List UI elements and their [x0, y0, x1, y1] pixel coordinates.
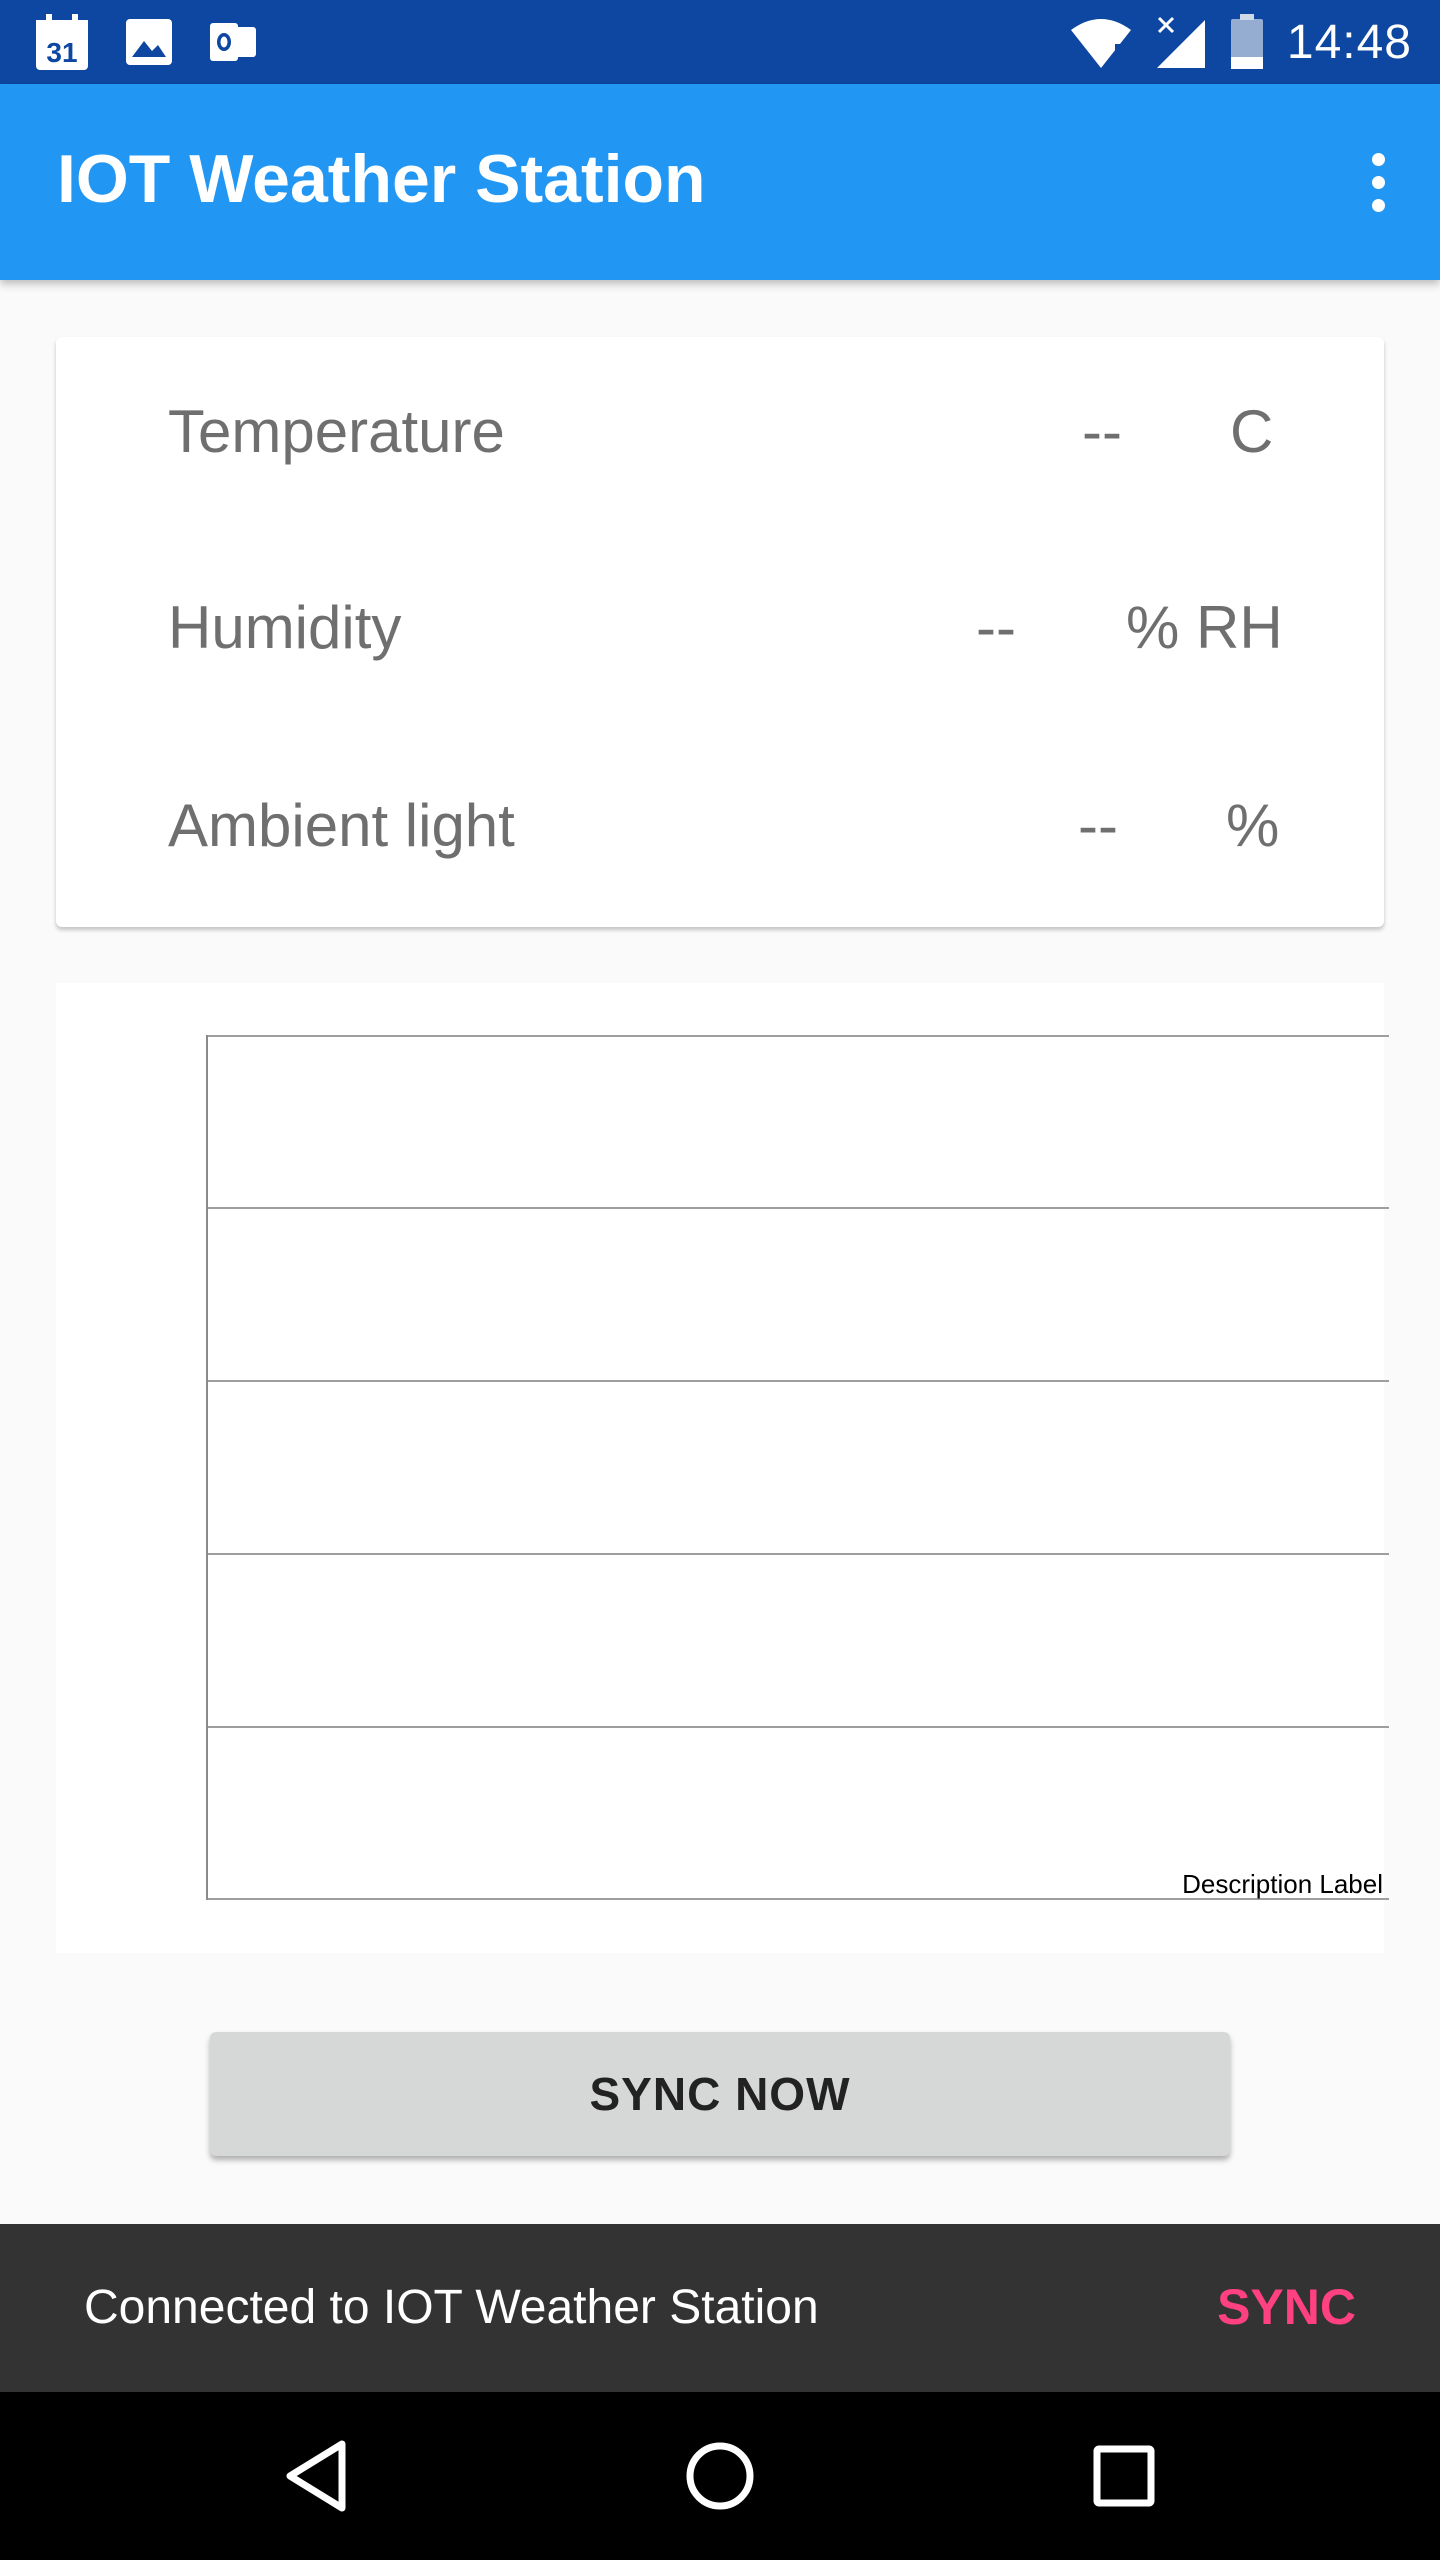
chart-description-label: Description Label: [1182, 1869, 1383, 1899]
gallery-icon: [124, 17, 174, 67]
reading-ambient-light: Ambient light -- %: [56, 767, 1384, 887]
reading-value: --: [976, 594, 1016, 661]
reading-unit: %: [1226, 792, 1280, 859]
chart-gridline: [208, 1726, 1389, 1728]
recents-icon[interactable]: [1080, 2432, 1168, 2520]
more-vert-icon[interactable]: [1356, 140, 1400, 224]
chart-gridline: [208, 1553, 1389, 1555]
app-bar: IOT Weather Station: [0, 84, 1440, 280]
chart-panel: Description Label: [56, 983, 1389, 1953]
wifi-icon: [1069, 14, 1133, 70]
chart-gridline: [208, 1380, 1389, 1382]
reading-label: Ambient light: [168, 792, 515, 859]
snackbar-message: Connected to IOT Weather Station: [84, 2281, 819, 2334]
status-bar: 31 14:48: [0, 0, 1440, 84]
snackbar: Connected to IOT Weather Station SYNC: [0, 2224, 1440, 2392]
calendar-icon: 31: [34, 12, 90, 72]
reading-value: --: [1078, 792, 1118, 859]
calendar-day: 31: [46, 37, 77, 68]
navigation-bar: [0, 2392, 1440, 2560]
status-time: 14:48: [1286, 15, 1412, 69]
signal-icon: [1155, 14, 1207, 70]
back-icon[interactable]: [272, 2432, 360, 2520]
reading-label: Humidity: [168, 594, 402, 661]
reading-unit: C: [1230, 398, 1274, 465]
app-title: IOT Weather Station: [57, 141, 706, 217]
chart-gridline: [208, 1207, 1389, 1209]
reading-value: --: [1082, 398, 1122, 465]
reading-temperature: Temperature -- C: [56, 373, 1384, 493]
outlook-icon: [208, 17, 258, 67]
chart-area[interactable]: Description Label: [206, 1035, 1389, 1900]
home-icon[interactable]: [676, 2432, 764, 2520]
reading-unit: % RH: [1126, 594, 1283, 661]
snackbar-sync-action[interactable]: SYNC: [1217, 2278, 1356, 2336]
reading-humidity: Humidity -- % RH: [56, 569, 1384, 689]
sync-now-button[interactable]: SYNC NOW: [210, 2032, 1230, 2156]
battery-icon: [1229, 13, 1265, 71]
reading-label: Temperature: [168, 398, 505, 465]
chart-gridline: [208, 1035, 1389, 1037]
readings-card: Temperature -- C Humidity -- % RH Ambien…: [56, 337, 1384, 927]
